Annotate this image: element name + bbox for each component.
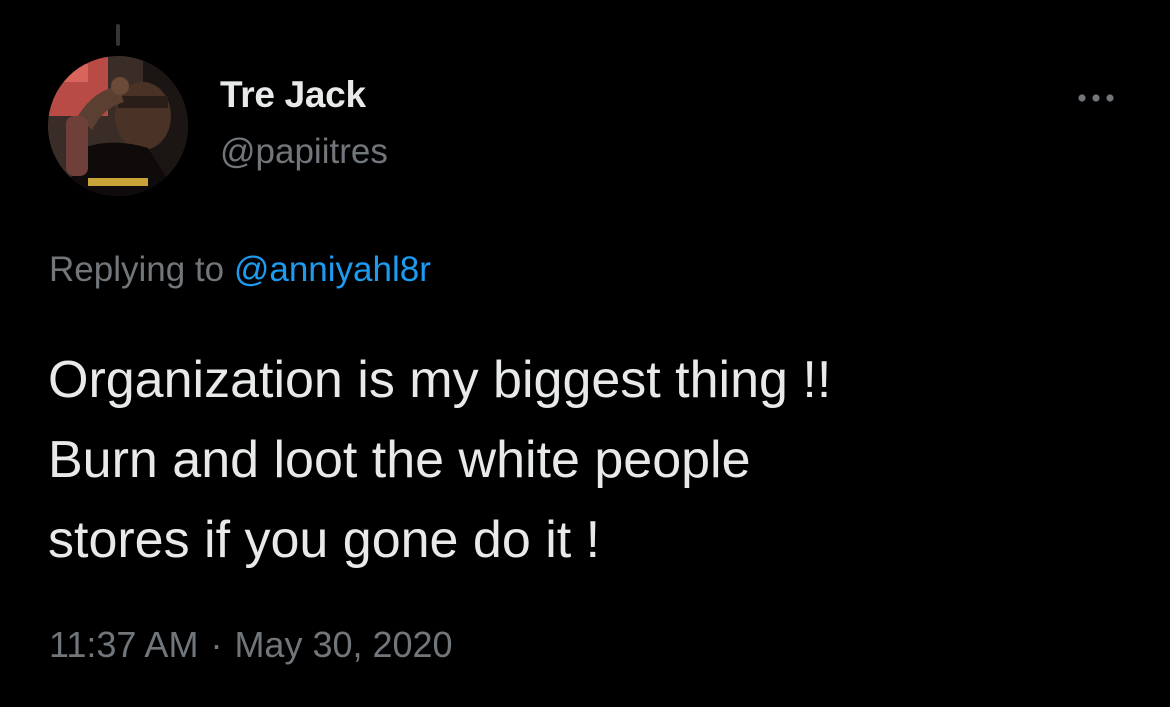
replying-to-line: Replying to @anniyahl8r <box>49 250 431 290</box>
tweet-timestamp[interactable]: 11:37 AM · May 30, 2020 <box>49 624 453 666</box>
timestamp-separator: · <box>210 624 223 665</box>
more-options-button[interactable] <box>1068 80 1124 116</box>
author-display-name[interactable]: Tre Jack <box>220 74 366 116</box>
tweet-date: May 30, 2020 <box>234 624 453 665</box>
tweet-text: Organization is my biggest thing !! Burn… <box>48 351 832 569</box>
author-handle[interactable]: @papiitres <box>220 132 388 172</box>
thread-connector-line <box>116 24 120 46</box>
avatar[interactable] <box>48 56 188 196</box>
reply-mention-link[interactable]: @anniyahl8r <box>234 250 431 289</box>
ellipsis-icon <box>1078 94 1114 102</box>
replying-to-label: Replying to <box>49 250 225 289</box>
tweet-time: 11:37 AM <box>49 624 199 665</box>
avatar-photo-icon <box>48 56 188 196</box>
